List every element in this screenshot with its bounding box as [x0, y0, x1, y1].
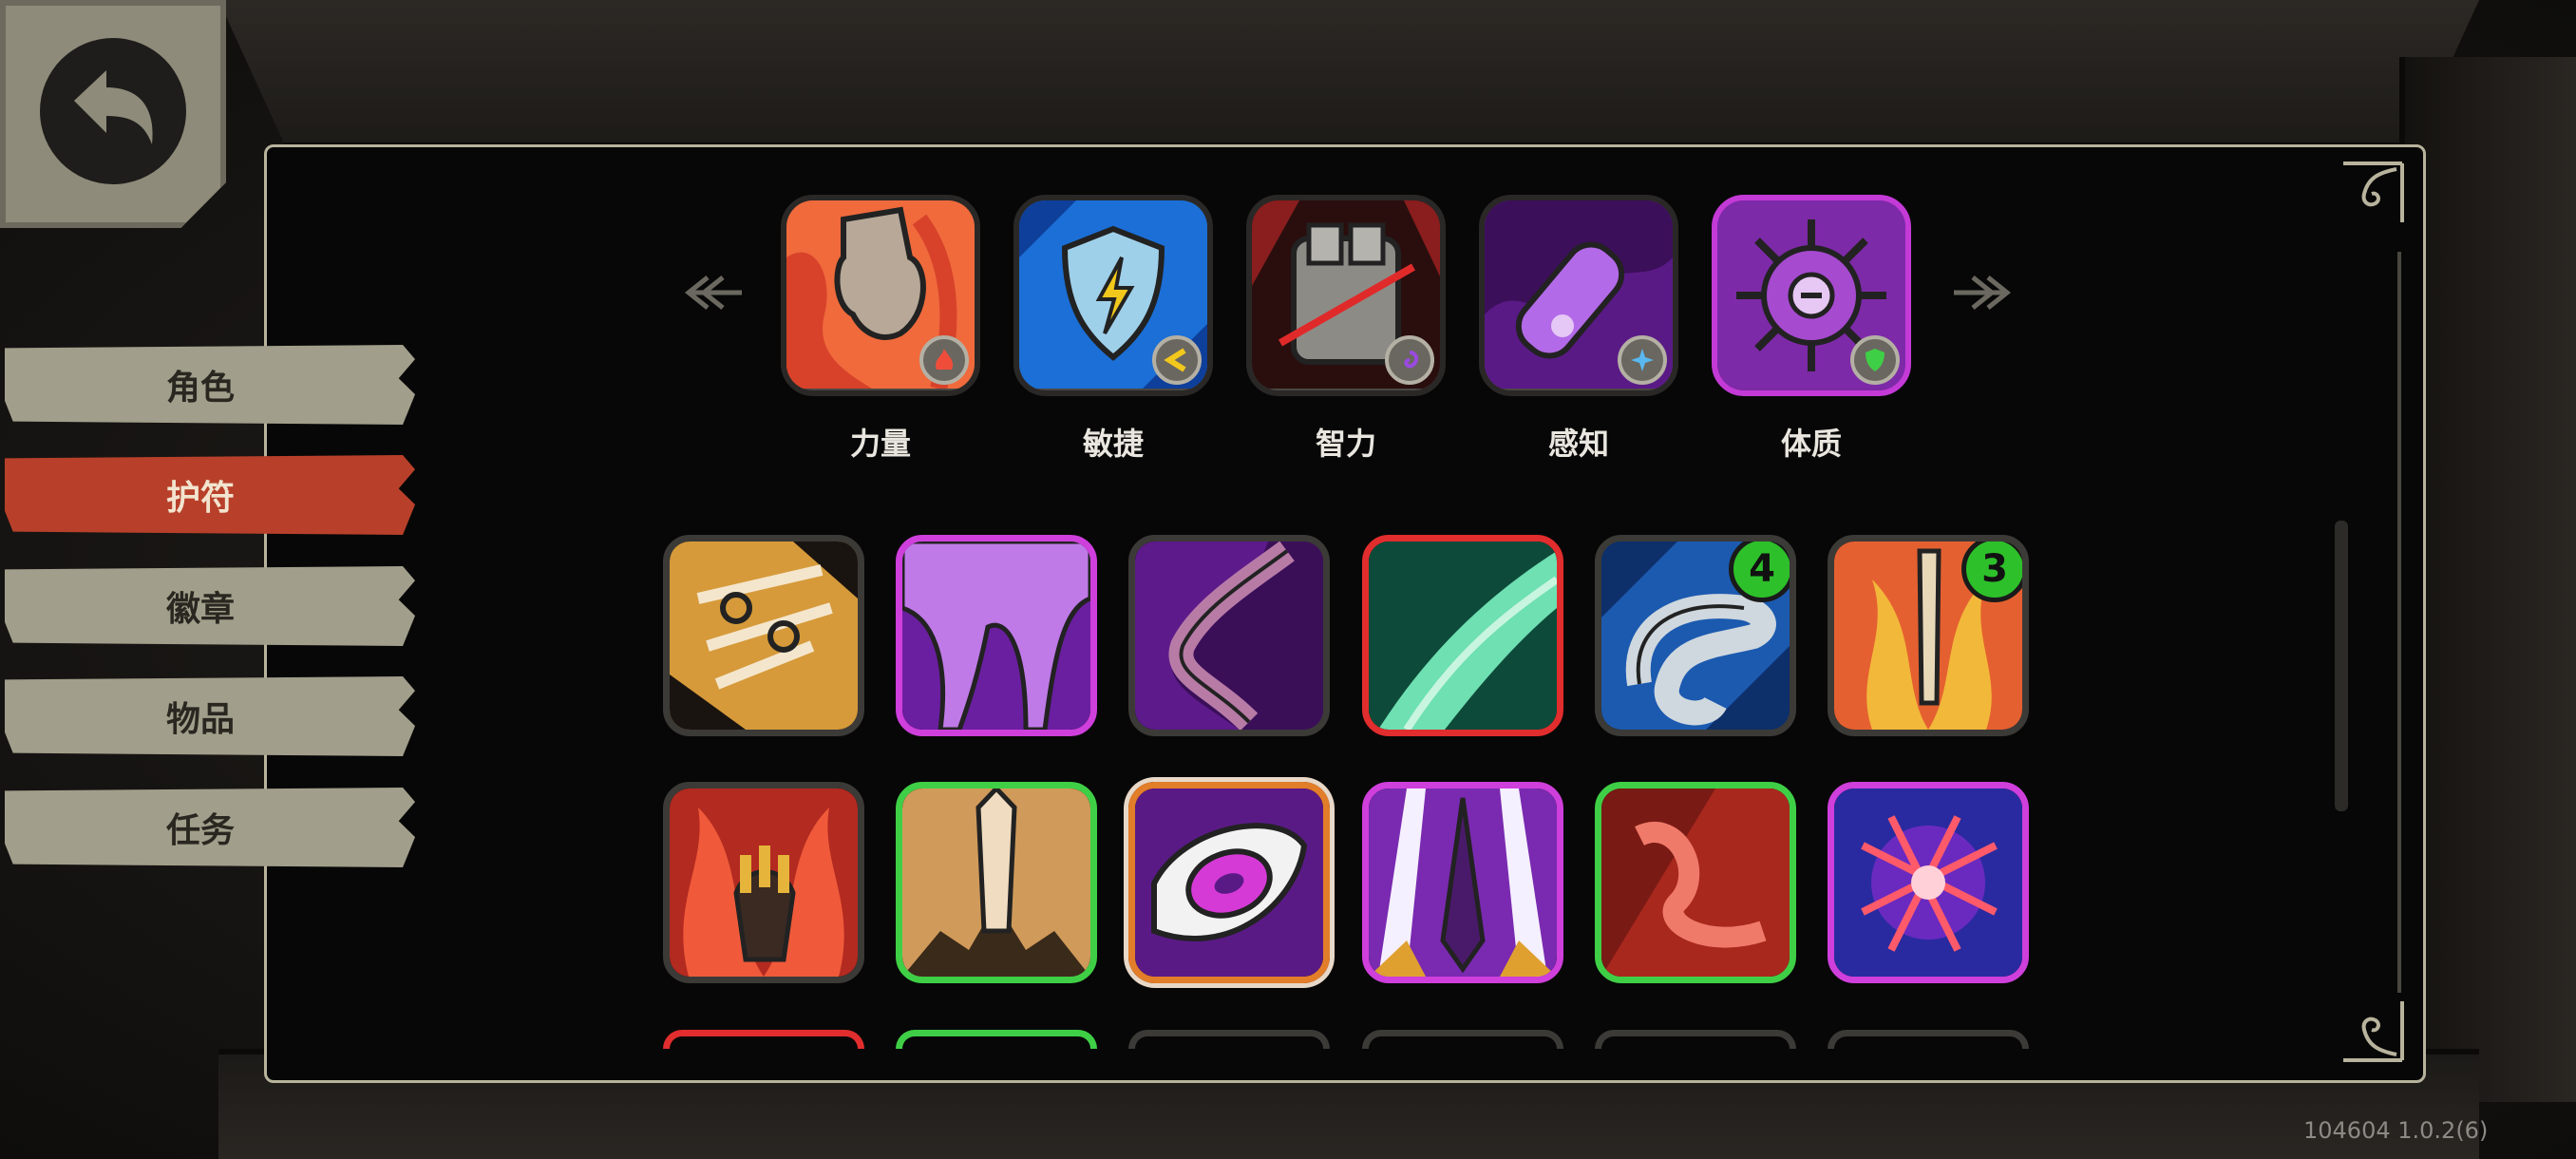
stack-count-badge: 3: [1961, 542, 2022, 602]
amulet-slot-partial[interactable]: [896, 1030, 1097, 1049]
fire-badge-icon: [919, 335, 969, 385]
attr-constitution[interactable]: [1712, 195, 1911, 396]
swirl-badge-icon: [1385, 335, 1434, 385]
crimson-vine-icon: [1601, 788, 1790, 977]
crossed-slash-icon: [1834, 788, 2022, 977]
back-button[interactable]: [0, 0, 226, 228]
arrow-left-icon[interactable]: [670, 274, 742, 312]
amulet-slot-selected[interactable]: [1128, 782, 1330, 983]
amulet-slot-partial[interactable]: [663, 1030, 864, 1049]
attr-agility[interactable]: [1013, 195, 1213, 396]
attr-perception[interactable]: [1479, 195, 1678, 396]
attr-label-strength: 力量: [849, 426, 911, 462]
amulet-slot[interactable]: [1362, 535, 1563, 736]
tab-badge[interactable]: 徽章: [5, 566, 415, 646]
shield-badge-icon: [1850, 335, 1900, 385]
frame-top: [218, 0, 2479, 148]
void-eye-icon: [1135, 788, 1323, 977]
scrollbar-thumb[interactable]: [2335, 521, 2348, 811]
star-badge-icon: [1618, 335, 1667, 385]
corner-ornament-icon: [2343, 1001, 2404, 1062]
scroll-track[interactable]: [2397, 252, 2401, 993]
amulet-slot[interactable]: [663, 535, 864, 736]
amulet-slot[interactable]: [1362, 782, 1563, 983]
tab-quests[interactable]: 任务: [5, 788, 415, 867]
burning-hand-icon: [670, 788, 858, 977]
amulet-slot[interactable]: [1595, 782, 1796, 983]
amulet-slot[interactable]: [663, 782, 864, 983]
attr-label-constitution: 体质: [1780, 426, 1842, 462]
earth-spike-icon: [902, 788, 1090, 977]
stack-count-badge: 4: [1729, 542, 1790, 602]
attr-label-perception: 感知: [1547, 426, 1609, 462]
amulet-slot-partial[interactable]: [1595, 1030, 1796, 1049]
arrow-right-icon[interactable]: [1954, 274, 2026, 312]
attr-label-agility: 敏捷: [1082, 426, 1144, 462]
tab-items[interactable]: 物品: [5, 676, 415, 756]
amulet-slot[interactable]: [896, 782, 1097, 983]
corner-ornament-icon: [2343, 162, 2404, 222]
version-label: 104604 1.0.2(6): [2303, 1117, 2489, 1144]
lightning-badge-icon: [1152, 335, 1202, 385]
amulet-slot[interactable]: [1128, 535, 1330, 736]
purple-claw-icon: [1135, 542, 1323, 730]
purple-slime-icon: [902, 542, 1090, 730]
back-arrow-icon: [74, 70, 153, 144]
amulet-slot[interactable]: 4: [1595, 535, 1796, 736]
dark-spire-icon: [1369, 788, 1557, 977]
amulet-slot[interactable]: [1828, 782, 2029, 983]
green-blade-icon: [1369, 542, 1557, 730]
tab-amulet[interactable]: 护符: [5, 455, 415, 535]
amulet-slot-partial[interactable]: [1362, 1030, 1563, 1049]
attr-intelligence[interactable]: [1246, 195, 1446, 396]
attr-label-intelligence: 智力: [1315, 426, 1376, 462]
amulet-slot[interactable]: [896, 535, 1097, 736]
amulet-slot-partial[interactable]: [1828, 1030, 2029, 1049]
chain-link-icon: [670, 542, 858, 730]
amulet-slot[interactable]: 3: [1828, 535, 2029, 736]
attr-strength[interactable]: [781, 195, 980, 396]
tab-character[interactable]: 角色: [5, 345, 415, 425]
amulet-slot-partial[interactable]: [1128, 1030, 1330, 1049]
